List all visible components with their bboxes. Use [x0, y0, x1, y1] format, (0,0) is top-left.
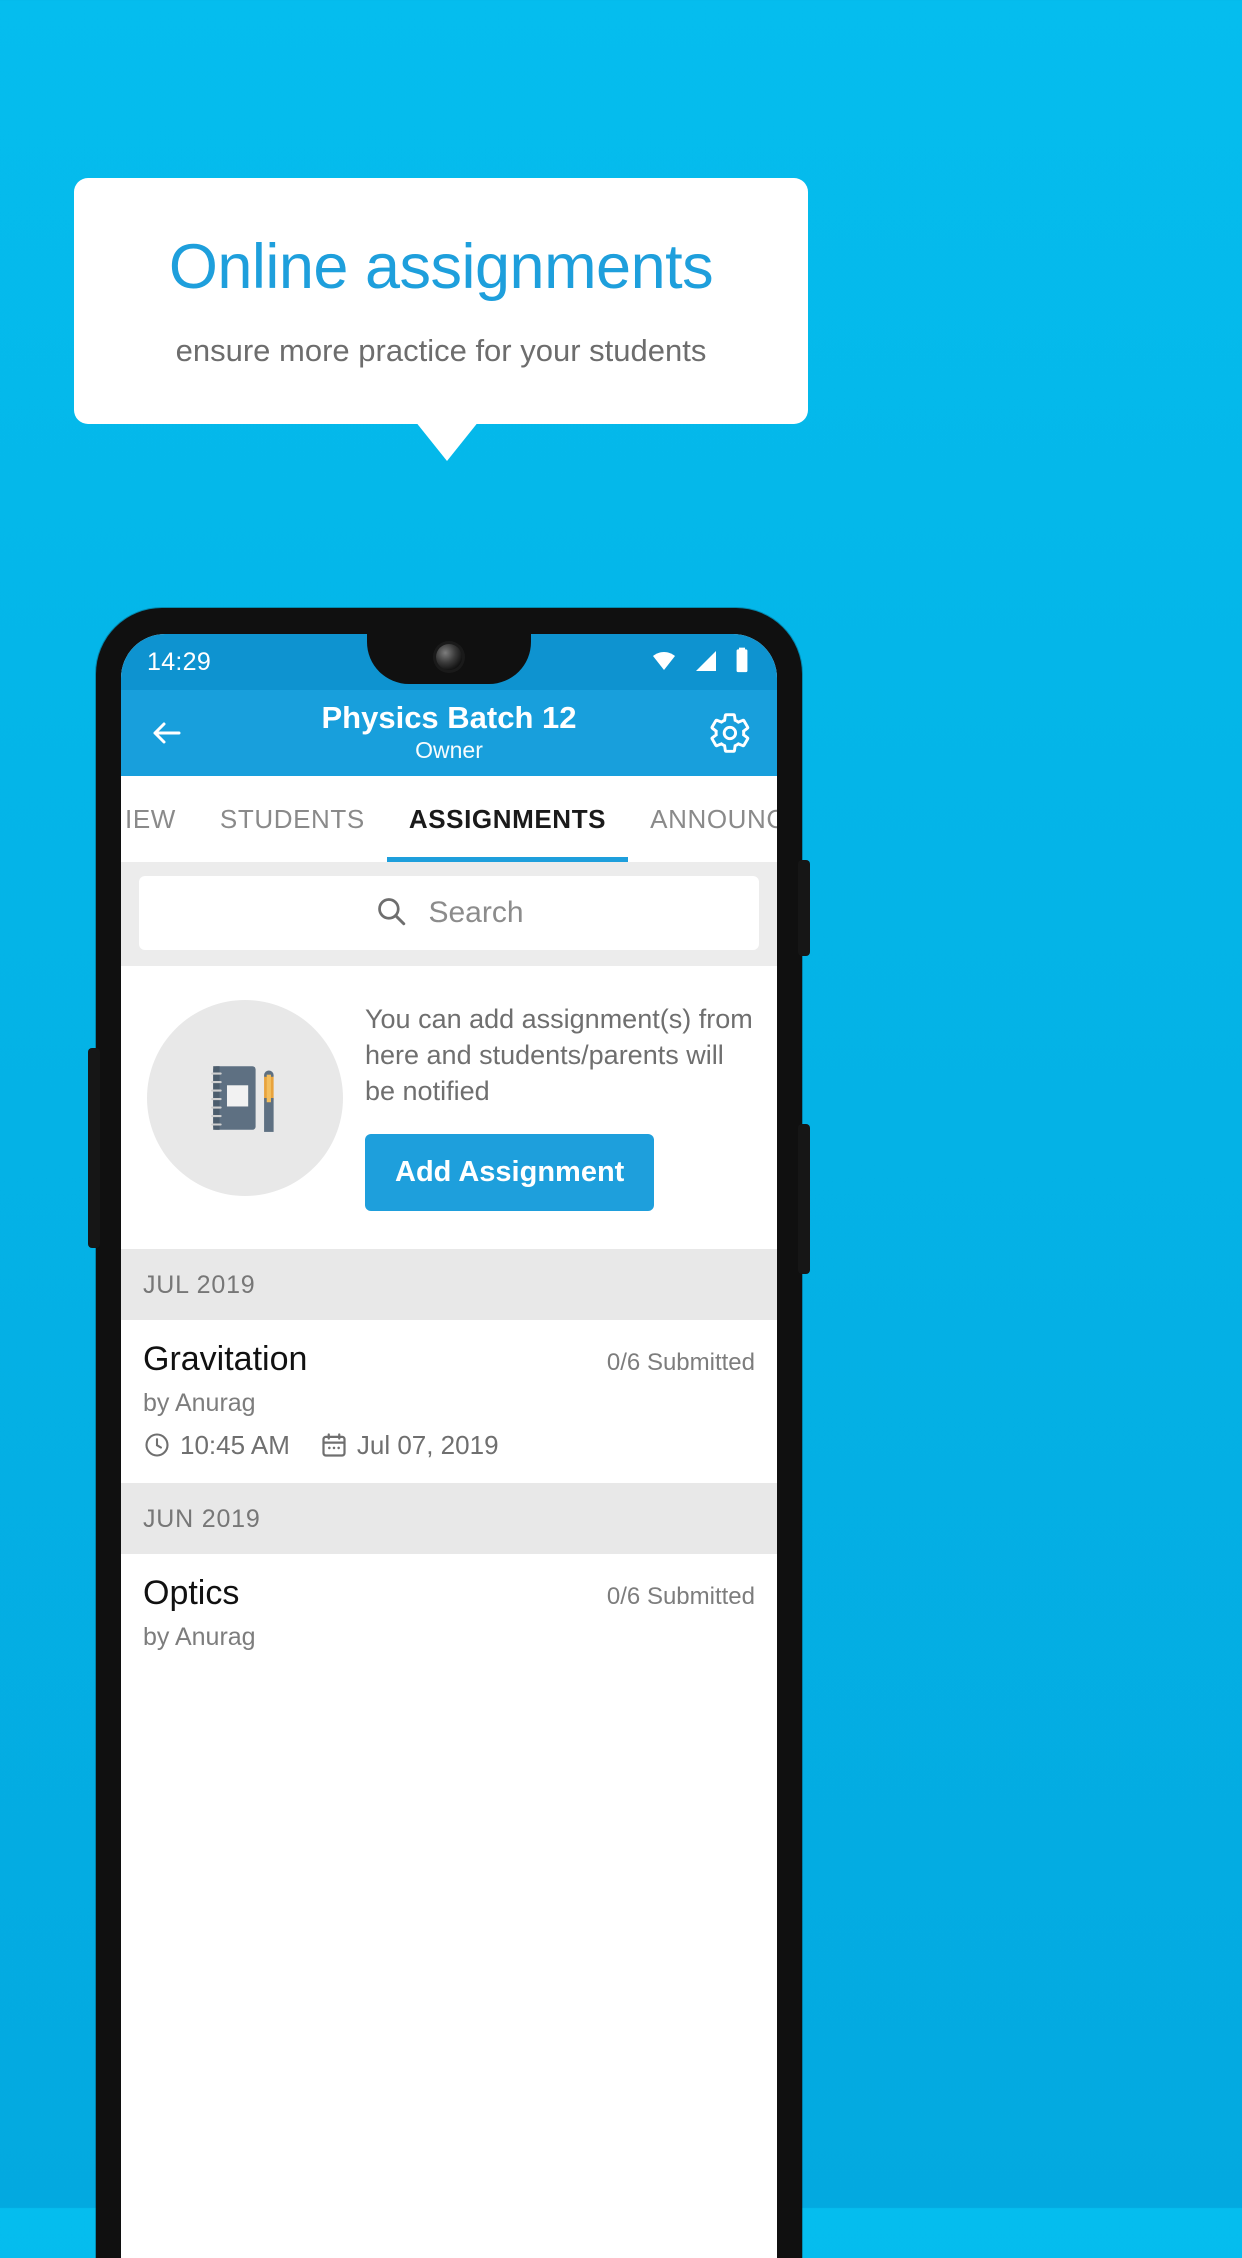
- status-bar: 14:29: [121, 634, 777, 690]
- empty-state-text: You can add assignment(s) from here and …: [365, 1004, 753, 1106]
- assignment-submitted-count: 0/6 Submitted: [606, 1582, 755, 1610]
- app-bar-titles: Physics Batch 12 Owner: [121, 701, 777, 764]
- promo-card: Online assignments ensure more practice …: [74, 178, 808, 424]
- month-header-jun: JUN 2019: [121, 1482, 777, 1554]
- promo-headline: Online assignments: [168, 232, 714, 302]
- status-time: 14:29: [147, 647, 212, 676]
- tab-assignments[interactable]: ASSIGNMENTS: [386, 776, 629, 862]
- search-container: Search: [121, 862, 777, 966]
- table-row[interactable]: Optics 0/6 Submitted by Anurag: [121, 1553, 777, 1674]
- phone-notch: [367, 634, 531, 684]
- empty-state-block: You can add assignment(s) from here and …: [121, 966, 777, 1249]
- search-icon: [374, 894, 408, 933]
- tab-announcements[interactable]: ANNOUNCEN: [628, 776, 777, 862]
- status-icons: [649, 647, 751, 678]
- assignment-submitted-count: 0/6 Submitted: [606, 1348, 755, 1376]
- promo-card-tail: [415, 421, 479, 461]
- notebook-and-pen-icon: [147, 1000, 343, 1196]
- front-camera-icon: [436, 644, 462, 670]
- page-title: Physics Batch 12: [321, 700, 577, 736]
- phone-volume-button[interactable]: [798, 1124, 810, 1274]
- assignment-time: 10:45 AM: [180, 1429, 290, 1460]
- gear-icon[interactable]: [707, 710, 753, 756]
- tab-bar: IEW STUDENTS ASSIGNMENTS ANNOUNCEN: [121, 776, 777, 862]
- assignment-title: Optics: [143, 1573, 240, 1612]
- phone-power-button[interactable]: [798, 860, 810, 956]
- page-subtitle: Owner: [415, 736, 483, 763]
- promo-subhead: ensure more practice for your students: [175, 333, 707, 368]
- clock-icon: [143, 1431, 171, 1459]
- phone-screen: 14:29 Physics Batch 12 Owner IEW STUDENT…: [121, 634, 777, 2258]
- month-header-jul: JUL 2019: [121, 1248, 777, 1320]
- phone-side-button-left[interactable]: [88, 1048, 100, 1248]
- battery-icon: [733, 647, 751, 678]
- add-assignment-button[interactable]: Add Assignment: [365, 1133, 655, 1211]
- table-row[interactable]: Gravitation 0/6 Submitted by Anurag 10:4…: [121, 1319, 777, 1483]
- back-arrow-icon[interactable]: [145, 711, 189, 755]
- signal-icon: [692, 649, 720, 678]
- empty-state-right: You can add assignment(s) from here and …: [365, 994, 753, 1211]
- wifi-icon: [649, 649, 679, 678]
- tab-overview[interactable]: IEW: [121, 776, 198, 862]
- tab-students[interactable]: STUDENTS: [198, 776, 387, 862]
- app-bar: Physics Batch 12 Owner: [121, 690, 777, 776]
- phone-device: 14:29 Physics Batch 12 Owner IEW STUDENT…: [88, 608, 810, 2258]
- assignment-top: Gravitation 0/6 Submitted: [143, 1340, 755, 1379]
- assignment-title: Gravitation: [143, 1339, 308, 1378]
- assignment-author: by Anurag: [143, 1388, 256, 1417]
- search-input[interactable]: Search: [139, 876, 759, 950]
- assignment-top: Optics 0/6 Submitted: [143, 1574, 755, 1613]
- assignment-meta: 10:45 AM Jul 07, 2019: [143, 1430, 755, 1461]
- search-placeholder: Search: [428, 896, 524, 929]
- calendar-icon: [320, 1431, 348, 1459]
- assignment-date: Jul 07, 2019: [356, 1429, 499, 1460]
- assignment-author: by Anurag: [143, 1622, 256, 1651]
